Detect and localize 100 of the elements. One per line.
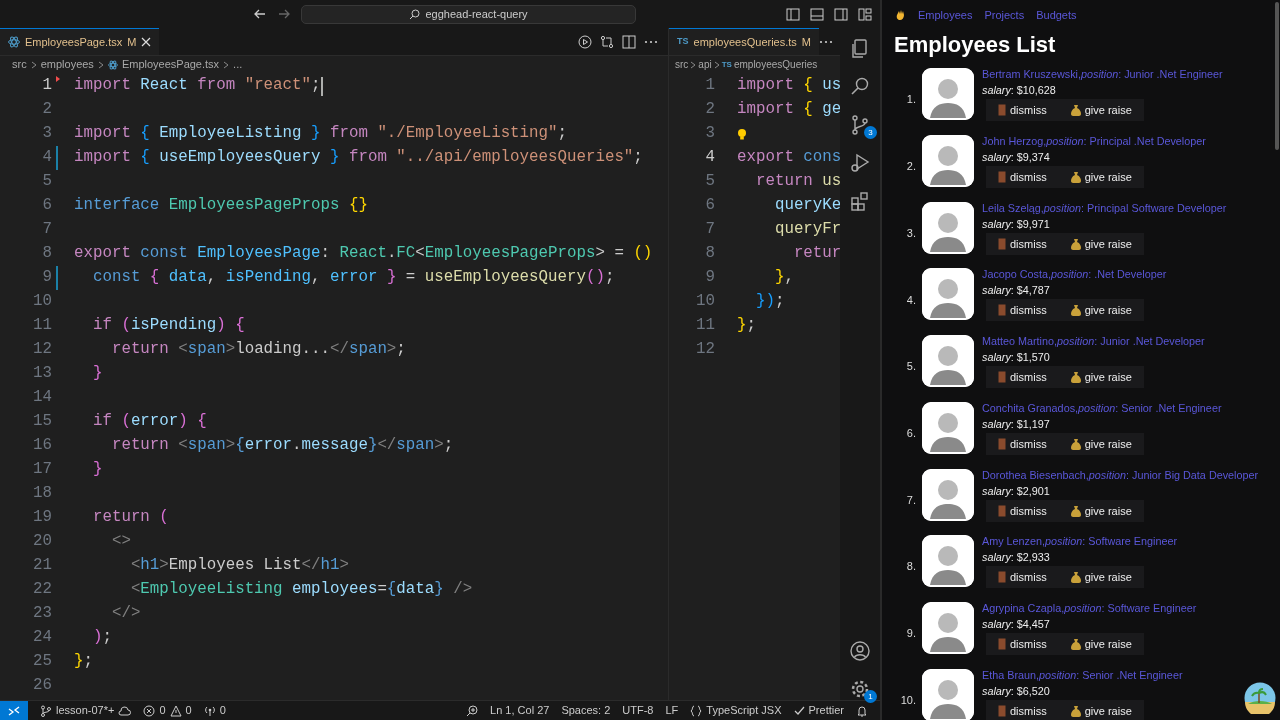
code-line: return ( xyxy=(91,507,169,529)
give-raise-button[interactable]: give raise xyxy=(1058,166,1144,189)
dismiss-button[interactable]: dismiss xyxy=(986,299,1059,322)
compare-changes-icon[interactable] xyxy=(600,34,614,49)
braces-icon[interactable] xyxy=(690,704,703,717)
breadcrumb[interactable]: employees xyxy=(40,56,94,73)
list-number: 6. xyxy=(905,425,916,441)
line-number: 2 xyxy=(704,99,715,121)
code-line: import { EmployeeListing } from "./EmployeeListing"; xyxy=(74,123,567,145)
editor-tab[interactable]: EmployeesPage.tsx M xyxy=(0,28,160,55)
toggle-secondary-sidebar-icon[interactable] xyxy=(834,7,848,21)
door-icon xyxy=(998,704,1006,717)
line-ending[interactable]: LF xyxy=(665,702,679,719)
nav-link[interactable]: Budgets xyxy=(1036,6,1077,24)
error-count[interactable]: 0 xyxy=(159,702,166,719)
code-line: import React from "react"; xyxy=(74,75,321,97)
give-raise-button[interactable]: give raise xyxy=(1058,366,1144,389)
editor-tab[interactable]: TS employeesQueries.ts M xyxy=(669,28,819,55)
door-icon xyxy=(998,171,1006,184)
warning-count[interactable]: 0 xyxy=(185,702,192,719)
broadcast-icon[interactable] xyxy=(203,704,216,717)
dismiss-button[interactable]: dismiss xyxy=(986,632,1059,655)
employee-link[interactable]: Jacopo Costa,position: .Net Developer xyxy=(982,268,1167,281)
give-raise-button[interactable]: give raise xyxy=(1058,699,1144,720)
give-raise-button[interactable]: give raise xyxy=(1058,99,1144,122)
ports-count[interactable]: 0 xyxy=(219,702,226,719)
employee-link[interactable]: Matteo Martino,position: Junior .Net Developer xyxy=(982,335,1205,348)
account-icon[interactable] xyxy=(848,638,872,663)
customize-layout-icon[interactable] xyxy=(858,7,872,21)
dismiss-button[interactable]: dismiss xyxy=(986,432,1059,455)
breadcrumb[interactable]: api xyxy=(698,57,712,72)
employee-link[interactable]: Bertram Kruszewski,position: Junior .Net Engineer xyxy=(982,68,1223,81)
run-icon[interactable] xyxy=(578,34,592,49)
avatar-silhouette xyxy=(922,135,974,188)
lightbulb-icon[interactable] xyxy=(737,127,747,141)
formatter[interactable]: Prettier xyxy=(808,702,844,719)
error-icon[interactable] xyxy=(143,704,156,717)
give-raise-button[interactable]: give raise xyxy=(1058,499,1144,522)
line-number: 6 xyxy=(41,195,52,217)
sync-cloud-icon[interactable] xyxy=(118,705,132,716)
dismiss-button[interactable]: dismiss xyxy=(986,232,1059,255)
warning-icon[interactable] xyxy=(169,704,182,717)
branch-icon[interactable] xyxy=(40,704,52,717)
search-icon xyxy=(409,8,421,20)
toggle-panel-icon[interactable] xyxy=(810,7,824,21)
language-mode[interactable]: TypeScript JSX xyxy=(706,702,782,719)
breadcrumb[interactable]: src xyxy=(675,57,689,72)
salary-text: salary: $1,570 xyxy=(982,350,1051,366)
toggle-sidebar-icon[interactable] xyxy=(786,7,800,21)
employee-link[interactable]: Dorothea Biesenbach,position: Junior Big Data Developer xyxy=(982,468,1259,481)
close-icon[interactable] xyxy=(141,37,152,47)
employee-link[interactable]: Etha Braun,position: Senior .Net Engineer xyxy=(982,668,1183,681)
employee-link[interactable]: Agrypina Czapla,position: Software Engineer xyxy=(982,601,1197,614)
back-arrow-icon[interactable] xyxy=(253,7,267,21)
notifications-icon[interactable] xyxy=(856,704,868,717)
line-number: 8 xyxy=(41,243,52,265)
command-center-search[interactable]: egghead-react-query xyxy=(301,4,636,24)
employee-link[interactable]: John Herzog,position: Principal .Net Developer xyxy=(982,135,1206,148)
cursor-position[interactable]: Ln 1, Col 27 xyxy=(490,702,550,719)
line-number: 18 xyxy=(32,483,52,505)
split-editor-icon[interactable] xyxy=(622,34,636,49)
check-icon[interactable] xyxy=(793,705,805,716)
remote-indicator[interactable] xyxy=(0,700,28,720)
breadcrumb[interactable]: employeesQueries xyxy=(733,57,818,72)
line-number: 12 xyxy=(695,339,715,361)
avatar-silhouette xyxy=(922,201,974,254)
dismiss-button[interactable]: dismiss xyxy=(986,566,1059,589)
employee-link[interactable]: Conchita Granados,position: Senior .Net Engineer xyxy=(982,401,1222,414)
breadcrumb[interactable]: EmployeesPage.tsx xyxy=(121,56,220,73)
indentation[interactable]: Spaces: 2 xyxy=(561,702,611,719)
give-raise-button[interactable]: give raise xyxy=(1058,566,1144,589)
breadcrumb[interactable]: src xyxy=(12,56,27,73)
island-picture-icon[interactable] xyxy=(1244,682,1276,714)
nav-link[interactable]: Projects xyxy=(984,6,1025,24)
dismiss-button[interactable]: dismiss xyxy=(986,366,1059,389)
branch-name[interactable]: lesson-07*+ xyxy=(56,702,115,719)
money-bag-icon xyxy=(1070,504,1081,517)
code-line: return us xyxy=(754,171,840,193)
employee-link[interactable]: Leila Szeląg,position: Principal Software Developer xyxy=(982,201,1227,214)
encoding[interactable]: UTF-8 xyxy=(622,702,654,719)
give-raise-button[interactable]: give raise xyxy=(1058,299,1144,322)
line-number: 10 xyxy=(695,291,715,313)
scrollbar-thumb[interactable] xyxy=(1275,2,1279,150)
give-raise-button[interactable]: give raise xyxy=(1058,432,1144,455)
give-raise-button[interactable]: give raise xyxy=(1058,232,1144,255)
forward-arrow-icon[interactable] xyxy=(277,7,291,21)
code-line: retur xyxy=(792,243,840,265)
dismiss-button[interactable]: dismiss xyxy=(986,699,1059,720)
react-file-icon xyxy=(107,59,118,70)
code-line: import { us xyxy=(737,75,840,97)
zoom-icon[interactable] xyxy=(466,704,479,717)
dismiss-button[interactable]: dismiss xyxy=(986,99,1059,122)
nav-link[interactable]: Employees xyxy=(918,6,973,24)
line-number: 5 xyxy=(704,171,715,193)
code-line: ); xyxy=(91,627,112,649)
dismiss-button[interactable]: dismiss xyxy=(986,166,1059,189)
employee-link[interactable]: Amy Lenzen,position: Software Engineer xyxy=(982,535,1178,548)
breadcrumb[interactable]: ... xyxy=(233,56,243,73)
dismiss-button[interactable]: dismiss xyxy=(986,499,1059,522)
give-raise-button[interactable]: give raise xyxy=(1058,632,1144,655)
